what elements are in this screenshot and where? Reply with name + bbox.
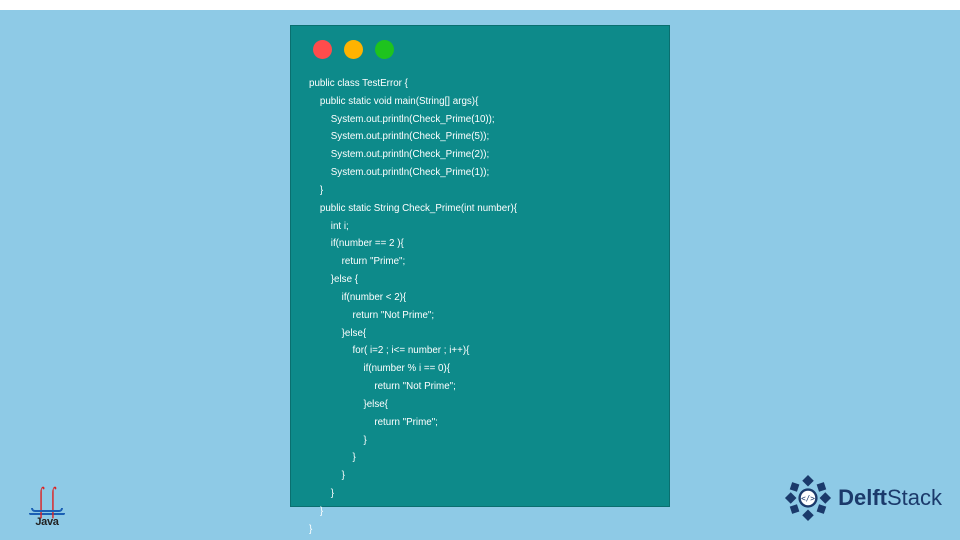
delftstack-logo: </> DelftStack [784, 474, 942, 522]
java-cup-icon [31, 508, 63, 512]
delftstack-text: DelftStack [838, 485, 942, 511]
window-traffic-lights [313, 40, 651, 59]
code-block: public class TestError { public static v… [309, 75, 651, 539]
delft-rest: Stack [887, 485, 942, 510]
code-window: public class TestError { public static v… [290, 25, 670, 507]
maximize-icon [375, 40, 394, 59]
java-logo: ⌠⌠ Java [28, 491, 66, 528]
close-icon [313, 40, 332, 59]
java-steam-icon: ⌠⌠ [34, 493, 61, 508]
svg-text:</>: </> [801, 494, 815, 503]
top-white-band [0, 0, 960, 10]
delftstack-badge-icon: </> [784, 474, 832, 522]
minimize-icon [344, 40, 363, 59]
java-label: Java [28, 516, 66, 528]
delft-bold: Delft [838, 485, 887, 510]
